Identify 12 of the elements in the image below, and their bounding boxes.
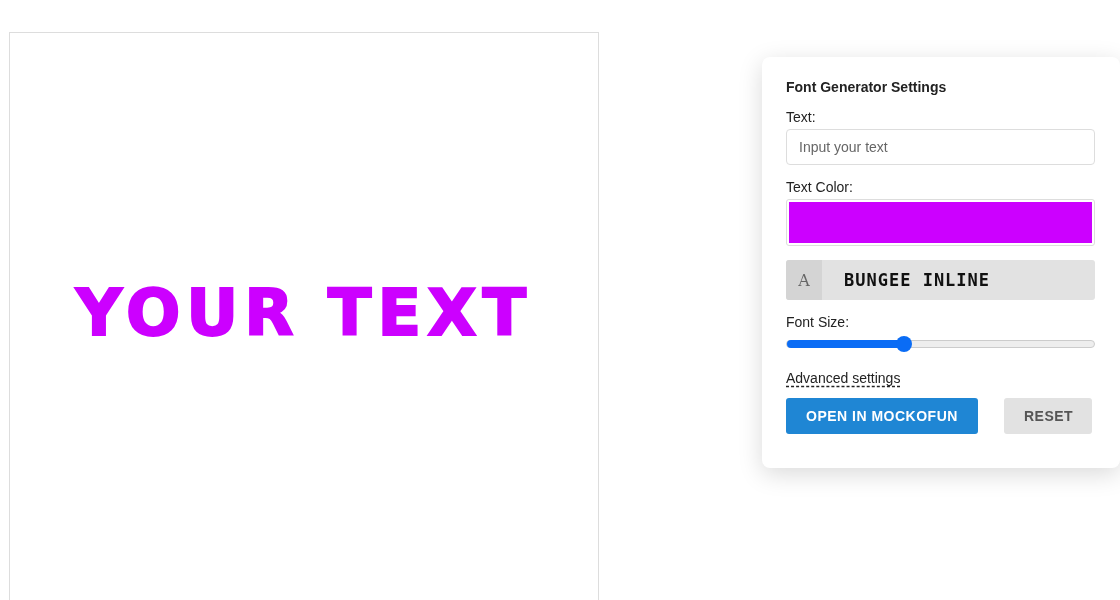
advanced-settings-link[interactable]: Advanced settings (786, 370, 901, 386)
open-button[interactable]: OPEN IN MOCKOFUN (786, 398, 978, 434)
reset-button[interactable]: RESET (1004, 398, 1092, 434)
preview-text: YOUR TEXT (75, 275, 533, 350)
slider-thumb[interactable] (895, 336, 912, 352)
size-label: Font Size: (786, 314, 851, 330)
font-selector[interactable]: A BUNGEE INLINE (786, 260, 1095, 300)
text-input-field[interactable]: Input your text (786, 129, 1095, 165)
font-icon: A (786, 260, 822, 300)
panel-title: Font Generator Settings (786, 79, 948, 95)
text-label: Text: (786, 109, 817, 125)
color-label: Text Color: (786, 179, 854, 195)
